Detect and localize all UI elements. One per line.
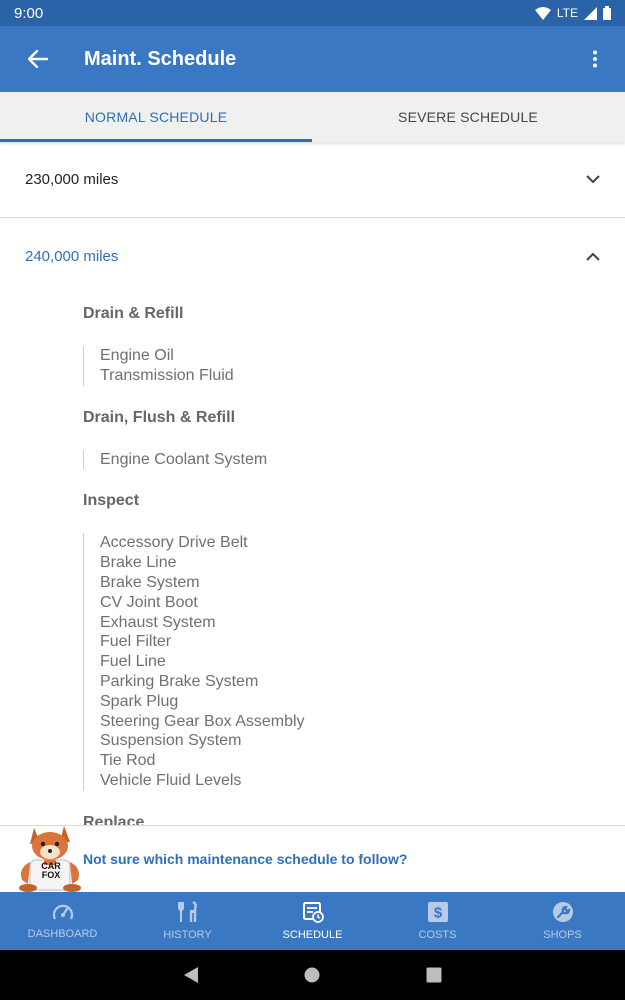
group-title: Drain, Flush & Refill: [83, 408, 236, 426]
service-item: Engine Coolant System: [100, 450, 268, 468]
speedometer-icon: [52, 904, 73, 920]
dollar-icon: $: [427, 902, 448, 922]
back-triangle-icon[interactable]: [183, 966, 199, 984]
system-navigation-bar: [0, 950, 625, 1000]
status-bar: 9:00 LTE: [0, 0, 625, 26]
nav-label: DASHBOARD: [27, 928, 98, 940]
service-item: Engine Oil: [100, 347, 174, 364]
bottom-navigation: DASHBOARD HISTORY SCHEDULE $ COSTS SHOPS: [0, 892, 625, 950]
interval-label: 230,000 miles: [25, 171, 119, 188]
interval-row-230000[interactable]: 230,000 miles: [0, 142, 625, 218]
chevron-up-icon: [586, 252, 600, 261]
service-group-inspect: Inspect Accessory Drive Belt Brake Line …: [0, 481, 625, 791]
recents-square-icon[interactable]: [426, 967, 442, 983]
carfox-mascot-icon: [19, 826, 81, 892]
more-vert-icon: [593, 50, 597, 68]
service-item: Brake Line: [100, 554, 177, 572]
service-item: Exhaust System: [100, 613, 216, 631]
group-title: Inspect: [83, 492, 140, 510]
schedule-tabs: NORMAL SCHEDULE SEVERE SCHEDULE: [0, 92, 625, 142]
tab-normal-schedule[interactable]: NORMAL SCHEDULE: [0, 92, 312, 142]
service-item: Parking Brake System: [100, 672, 259, 690]
nav-label: SCHEDULE: [282, 929, 343, 941]
interval-row-240000[interactable]: 240,000 miles: [0, 218, 625, 294]
group-title: Drain & Refill: [83, 305, 184, 322]
page-title: Maint. Schedule: [84, 47, 237, 70]
network-type: LTE: [556, 6, 578, 20]
service-item: Vehicle Fluid Levels: [100, 771, 242, 789]
interval-label: 240,000 miles: [25, 247, 119, 265]
nav-shops[interactable]: SHOPS: [500, 892, 625, 950]
service-item: Fuel Line: [100, 653, 166, 671]
schedule-list[interactable]: 230,000 miles 240,000 miles Drain & Refi…: [0, 142, 625, 825]
schedule-help-link[interactable]: Not sure which maintenance schedule to f…: [83, 851, 407, 867]
mascot-shirt-text: CAR FOX: [41, 861, 61, 880]
service-items: Engine Coolant System: [83, 449, 625, 470]
arrow-back-icon: [28, 50, 48, 68]
nav-costs[interactable]: $ COSTS: [375, 892, 500, 950]
nav-schedule[interactable]: SCHEDULE: [250, 892, 375, 950]
service-items: Engine Oil Transmission Fluid: [83, 346, 625, 386]
nav-dashboard[interactable]: DASHBOARD: [0, 892, 125, 950]
service-item: Brake System: [100, 573, 200, 591]
group-title: Replace: [83, 813, 145, 825]
service-group-drain-refill: Drain & Refill Engine Oil Transmission F…: [0, 294, 625, 386]
status-time: 9:00: [14, 4, 44, 22]
service-item: Transmission Fluid: [100, 366, 234, 384]
nav-label: SHOPS: [543, 929, 582, 941]
home-circle-icon[interactable]: [304, 967, 320, 983]
service-items: Accessory Drive Belt Brake Line Brake Sy…: [83, 533, 625, 791]
service-item: Tie Rod: [100, 752, 156, 770]
service-group-replace: Replace: [0, 803, 625, 825]
nav-label: HISTORY: [163, 929, 212, 941]
service-item: Spark Plug: [100, 692, 179, 710]
service-group-drain-flush-refill: Drain, Flush & Refill Engine Coolant Sys…: [0, 398, 625, 470]
back-button[interactable]: [0, 26, 76, 92]
battery-icon: [603, 6, 611, 20]
svg-text:$: $: [433, 905, 442, 922]
nav-history[interactable]: HISTORY: [125, 892, 250, 950]
service-item: Fuel Filter: [100, 633, 172, 651]
service-item: Accessory Drive Belt: [100, 534, 248, 552]
schedule-icon: [302, 902, 324, 923]
more-options-button[interactable]: [565, 26, 625, 92]
wifi-icon: [534, 6, 551, 20]
signal-icon: [584, 6, 597, 20]
schedule-help-banner[interactable]: CAR FOX Not sure which maintenance sched…: [0, 825, 625, 892]
service-item: Suspension System: [100, 732, 242, 750]
app-bar: Maint. Schedule: [0, 26, 625, 92]
service-item: Steering Gear Box Assembly: [100, 712, 305, 730]
wrench-circle-icon: [552, 902, 573, 922]
tab-severe-schedule[interactable]: SEVERE SCHEDULE: [312, 92, 624, 142]
chevron-down-icon: [586, 175, 600, 184]
nav-label: COSTS: [418, 929, 457, 941]
service-item: CV Joint Boot: [100, 593, 198, 611]
tools-icon: [177, 901, 197, 922]
